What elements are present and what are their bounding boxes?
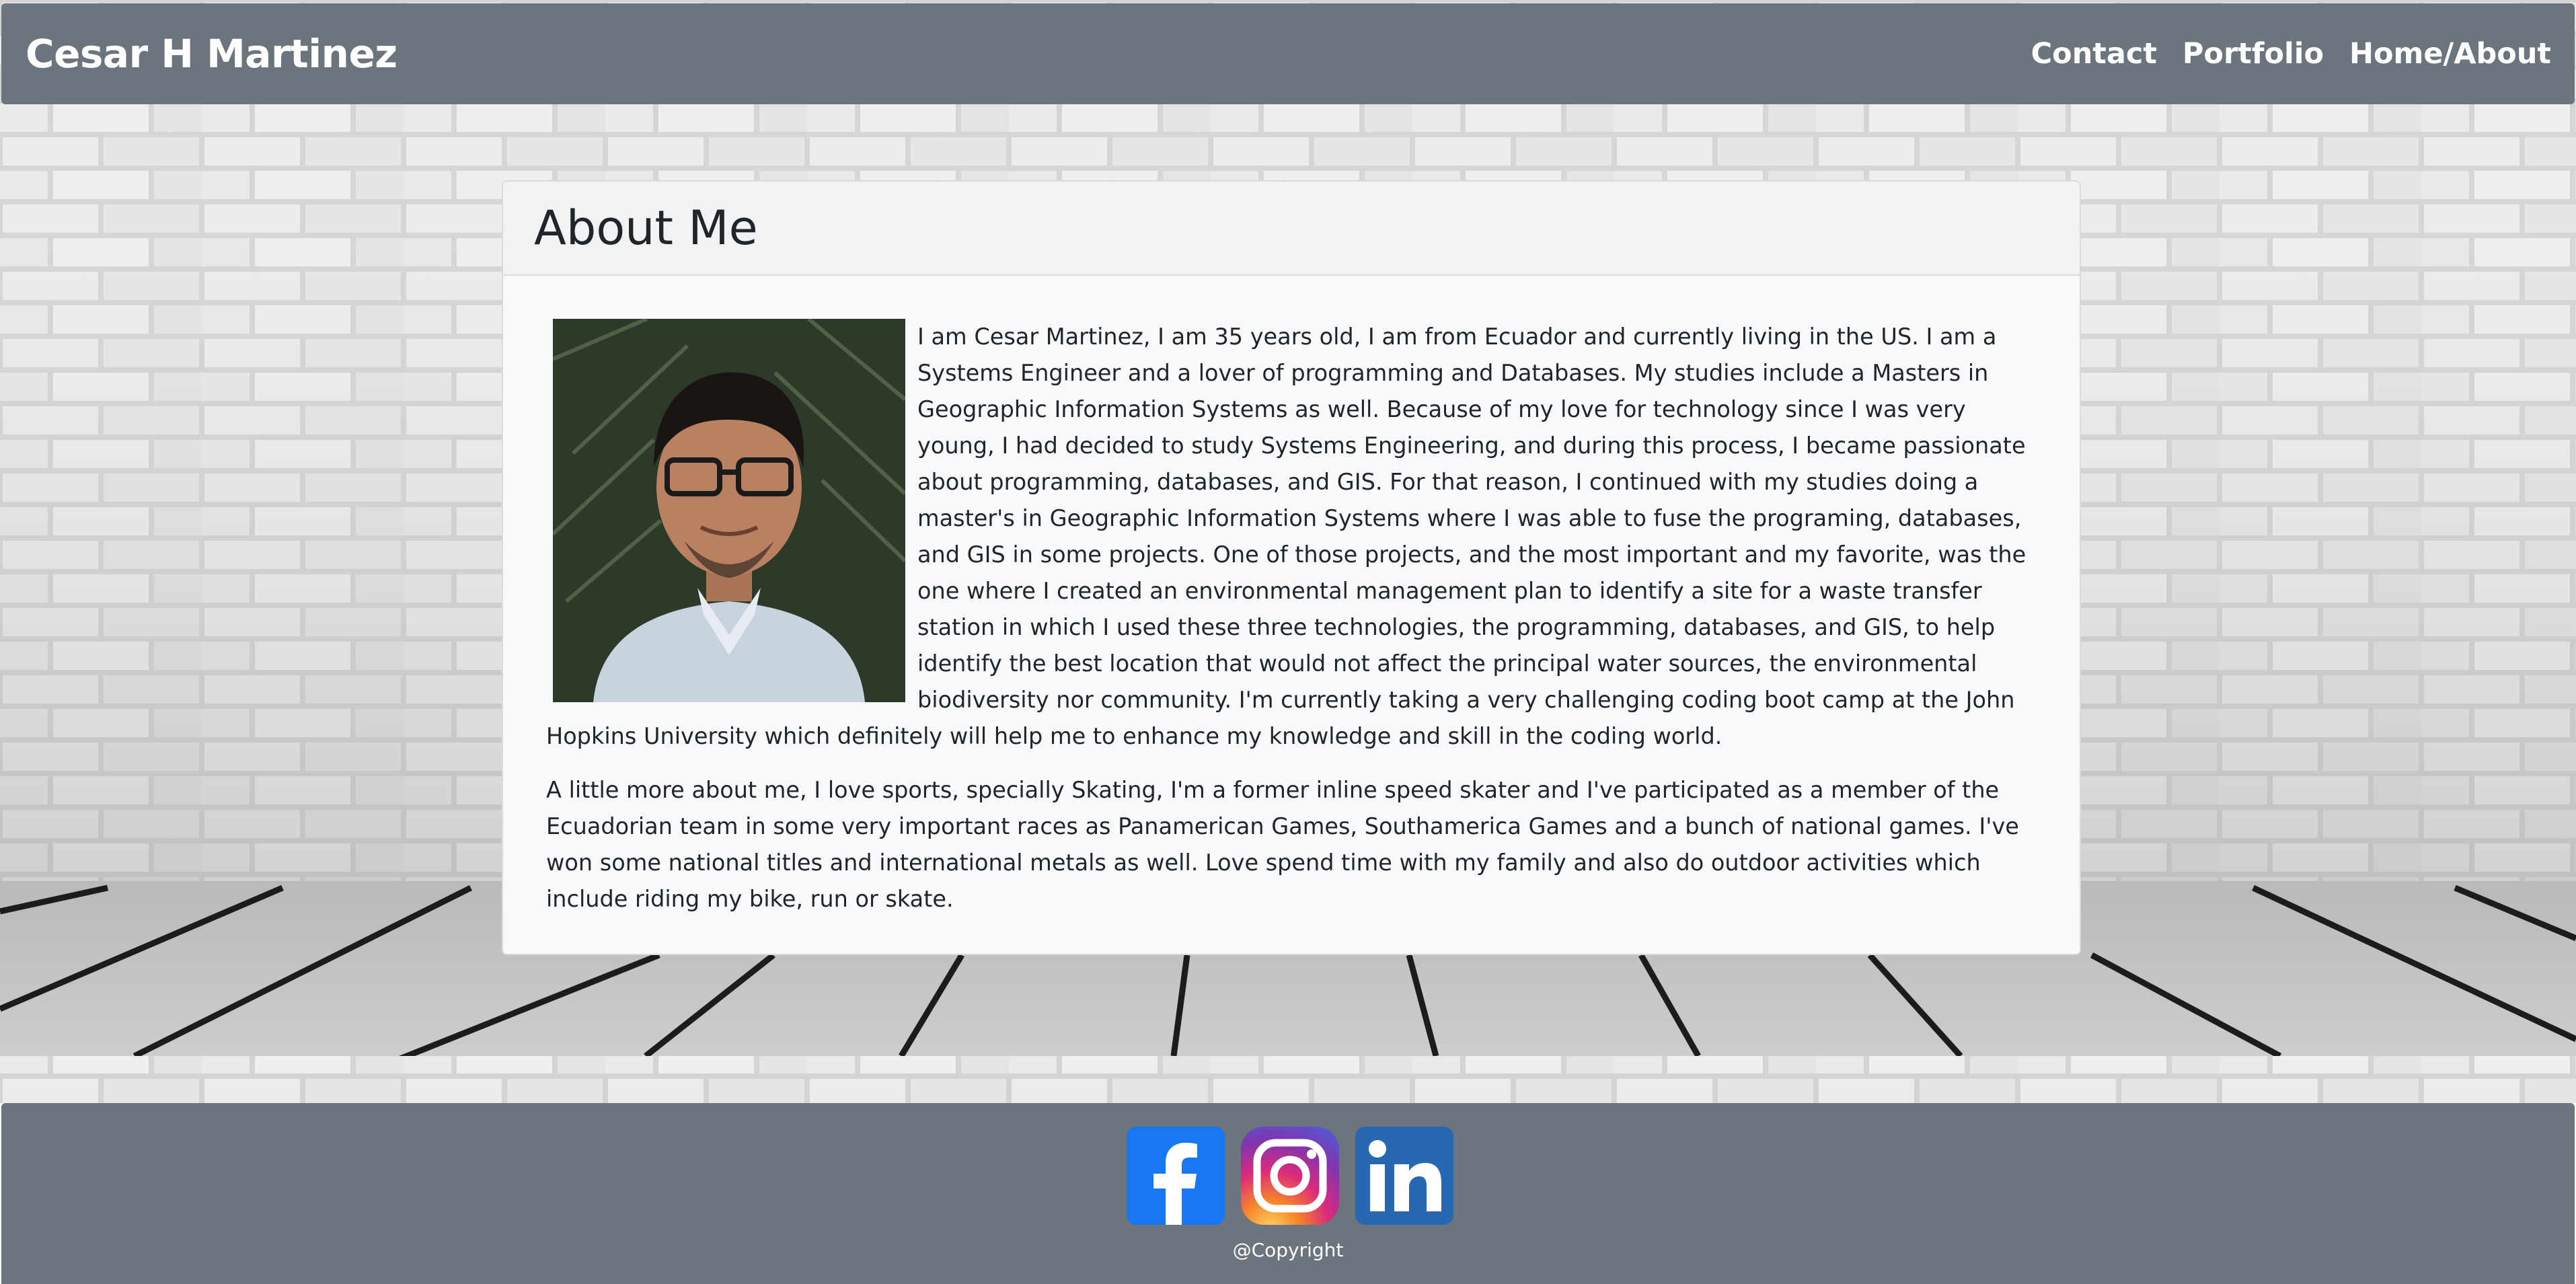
page-title: About Me bbox=[534, 200, 758, 256]
card-header: About Me bbox=[503, 182, 2080, 276]
about-card: About Me I am Cesar Martinez, I am 35 ye… bbox=[502, 180, 2081, 955]
page: Cesar H Martinez Contact Portfolio Home/… bbox=[0, 0, 2576, 1284]
navbar: Cesar H Martinez Contact Portfolio Home/… bbox=[1, 3, 2575, 104]
nav-link-portfolio[interactable]: Portfolio bbox=[2183, 37, 2324, 71]
bio-paragraph-2: A little more about me, I love sports, s… bbox=[546, 777, 2019, 912]
copyright-text: @Copyright bbox=[1232, 1239, 1344, 1261]
linkedin-icon[interactable] bbox=[1355, 1127, 1453, 1225]
instagram-icon[interactable] bbox=[1241, 1127, 1339, 1225]
card-body: I am Cesar Martinez, I am 35 years old, … bbox=[503, 276, 2080, 954]
social-links bbox=[1127, 1127, 1453, 1225]
nav-link-home-about[interactable]: Home/About bbox=[2349, 37, 2551, 71]
facebook-icon[interactable] bbox=[1127, 1127, 1225, 1225]
footer: @Copyright bbox=[1, 1103, 2575, 1284]
profile-photo bbox=[553, 319, 905, 702]
nav-link-contact[interactable]: Contact bbox=[2031, 37, 2157, 71]
brand-link[interactable]: Cesar H Martinez bbox=[26, 31, 397, 77]
nav-links: Contact Portfolio Home/About bbox=[2031, 37, 2551, 71]
